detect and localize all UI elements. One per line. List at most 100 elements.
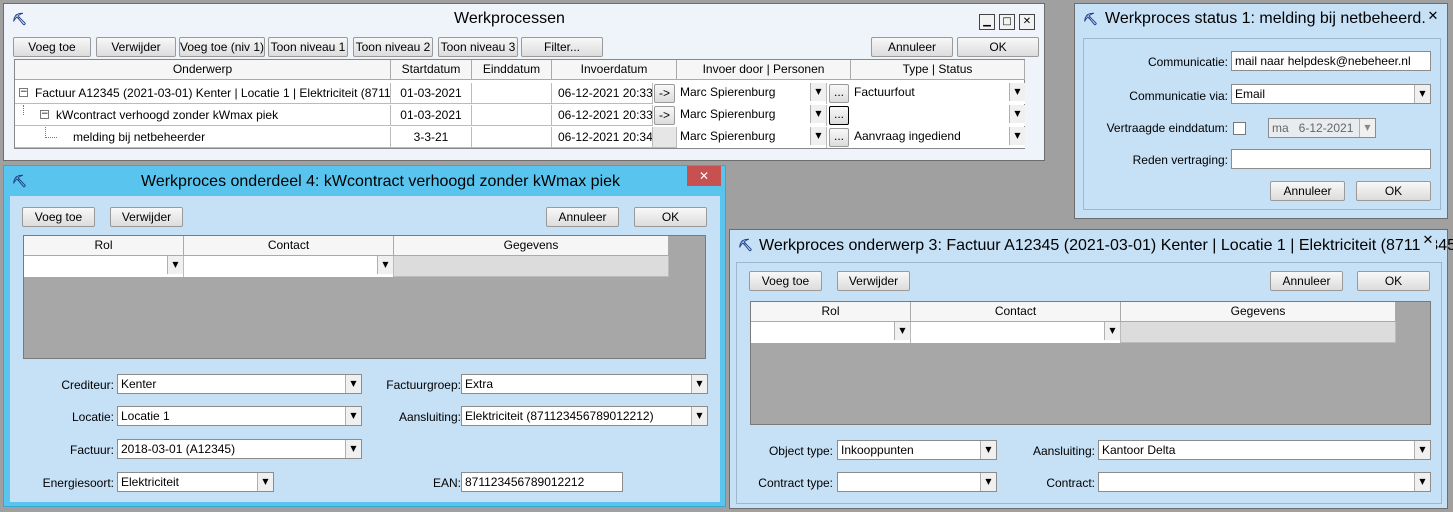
aansluiting-select[interactable]: Kantoor Delta ▼ — [1098, 440, 1431, 460]
chevron-down-icon[interactable]: ▼ — [1414, 473, 1430, 491]
startdatum-cell[interactable]: 01-03-2021 — [391, 83, 472, 104]
col-onderwerp[interactable]: Onderwerp — [15, 60, 391, 80]
annuleer-button[interactable]: Annuleer — [1270, 181, 1345, 201]
vertraagde-einddatum-picker[interactable]: ma 6-12-2021 ▼ — [1268, 118, 1376, 138]
startdatum-cell[interactable]: 3-3-21 — [391, 127, 472, 148]
col-contact[interactable]: Contact — [184, 236, 394, 256]
col-invoerdatum[interactable]: Invoerdatum — [552, 60, 677, 80]
collapse-icon[interactable]: − — [19, 88, 28, 97]
invoer-door-select[interactable]: Marc Spierenburg ▼ — [677, 83, 827, 104]
arrow-button[interactable]: -> — [654, 106, 675, 125]
ok-button[interactable]: OK — [1357, 271, 1430, 291]
chevron-down-icon[interactable]: ▼ — [377, 256, 393, 274]
communicatie-field[interactable]: mail naar helpdesk@nebeheer.nl — [1231, 51, 1431, 71]
more-button[interactable]: ... — [829, 106, 849, 125]
ok-button[interactable]: OK — [957, 37, 1039, 57]
rol-select[interactable]: ▼ — [751, 322, 911, 343]
type-status-select[interactable]: Factuurfout ▼ — [851, 83, 1025, 104]
contact-select[interactable]: ▼ — [184, 256, 394, 277]
crediteur-select[interactable]: Kenter ▼ — [117, 374, 362, 394]
invoerdatum-cell[interactable]: 06-12-2021 20:33 — [552, 105, 653, 126]
col-type-status[interactable]: Type | Status — [851, 60, 1025, 80]
type-status-select[interactable]: Aanvraag ingediend ▼ — [851, 127, 1025, 148]
col-einddatum[interactable]: Einddatum — [472, 60, 552, 80]
type-status-select[interactable]: ▼ — [851, 105, 1025, 126]
toon-niveau-3-button[interactable]: Toon niveau 3 — [438, 37, 518, 57]
invoerdatum-cell[interactable]: 06-12-2021 20:33 — [552, 83, 653, 104]
toon-niveau-2-button[interactable]: Toon niveau 2 — [353, 37, 433, 57]
onderwerp-cell[interactable]: − Factuur A12345 (2021-03-01) Kenter | L… — [15, 83, 391, 104]
contract-select[interactable]: ▼ — [1098, 472, 1431, 492]
minimize-icon[interactable]: ▁ — [979, 14, 995, 30]
chevron-down-icon[interactable]: ▼ — [345, 407, 361, 425]
maximize-icon[interactable]: □ — [999, 14, 1015, 30]
chevron-down-icon[interactable]: ▼ — [345, 375, 361, 393]
voeg-toe-niv1-button[interactable]: Voeg toe (niv 1) — [179, 37, 265, 57]
col-rol[interactable]: Rol — [24, 236, 184, 256]
col-startdatum[interactable]: Startdatum — [391, 60, 472, 80]
vertraagde-einddatum-checkbox[interactable] — [1233, 122, 1246, 135]
collapse-icon[interactable]: − — [40, 110, 49, 119]
close-icon[interactable]: ✕ — [687, 166, 721, 186]
filter-button[interactable]: Filter... — [521, 37, 603, 57]
voeg-toe-button[interactable]: Voeg toe — [13, 37, 91, 57]
more-button[interactable]: ... — [829, 128, 849, 147]
invoerdatum-cell[interactable]: 06-12-2021 20:34 — [552, 127, 653, 148]
chevron-down-icon[interactable]: ▼ — [810, 127, 826, 145]
col-gegevens[interactable]: Gegevens — [394, 236, 669, 256]
factuur-select[interactable]: 2018-03-01 (A12345) ▼ — [117, 439, 362, 459]
reden-vertraging-field[interactable] — [1231, 149, 1431, 169]
energiesoort-select[interactable]: Elektriciteit ▼ — [117, 472, 274, 492]
chevron-down-icon[interactable]: ▼ — [1104, 322, 1120, 340]
invoer-door-select[interactable]: Marc Spierenburg ▼ — [677, 105, 827, 126]
rol-select[interactable]: ▼ — [24, 256, 184, 277]
communicatie-via-select[interactable]: Email ▼ — [1231, 84, 1431, 104]
chevron-down-icon[interactable]: ▼ — [894, 322, 910, 340]
voeg-toe-button[interactable]: Voeg toe — [22, 207, 95, 227]
ok-button[interactable]: OK — [634, 207, 707, 227]
chevron-down-icon[interactable]: ▼ — [1414, 85, 1430, 103]
annuleer-button[interactable]: Annuleer — [546, 207, 619, 227]
verwijder-button[interactable]: Verwijder — [96, 37, 176, 57]
col-gegevens[interactable]: Gegevens — [1121, 302, 1396, 322]
annuleer-button[interactable]: Annuleer — [871, 37, 953, 57]
voeg-toe-button[interactable]: Voeg toe — [749, 271, 822, 291]
chevron-down-icon[interactable]: ▼ — [810, 83, 826, 101]
arrow-button[interactable]: -> — [654, 84, 675, 103]
chevron-down-icon[interactable]: ▼ — [810, 105, 826, 123]
verwijder-button[interactable]: Verwijder — [110, 207, 183, 227]
startdatum-cell[interactable]: 01-03-2021 — [391, 105, 472, 126]
chevron-down-icon[interactable]: ▼ — [980, 441, 996, 459]
toon-niveau-1-button[interactable]: Toon niveau 1 — [268, 37, 348, 57]
aansluiting-select[interactable]: Elektriciteit (871123456789012212) ▼ — [461, 406, 708, 426]
verwijder-button[interactable]: Verwijder — [837, 271, 910, 291]
col-invoer-door[interactable]: Invoer door | Personen — [677, 60, 851, 80]
table-row[interactable]: melding bij netbeheerder 3-3-21 06-12-20… — [15, 127, 1025, 149]
close-icon[interactable]: ✕ — [1420, 234, 1436, 250]
col-contact[interactable]: Contact — [911, 302, 1121, 322]
einddatum-cell[interactable] — [472, 83, 552, 104]
contact-select[interactable]: ▼ — [911, 322, 1121, 343]
onderwerp-cell[interactable]: − kWcontract verhoogd zonder kWmax piek — [15, 105, 391, 126]
chevron-down-icon[interactable]: ▼ — [257, 473, 273, 491]
chevron-down-icon[interactable]: ▼ — [345, 440, 361, 458]
chevron-down-icon[interactable]: ▼ — [1359, 119, 1375, 137]
chevron-down-icon[interactable]: ▼ — [167, 256, 183, 274]
chevron-down-icon[interactable]: ▼ — [1009, 105, 1025, 123]
more-button[interactable]: ... — [829, 84, 849, 103]
factuurgroep-select[interactable]: Extra ▼ — [461, 374, 708, 394]
chevron-down-icon[interactable]: ▼ — [1414, 441, 1430, 459]
chevron-down-icon[interactable]: ▼ — [691, 375, 707, 393]
col-rol[interactable]: Rol — [751, 302, 911, 322]
locatie-select[interactable]: Locatie 1 ▼ — [117, 406, 362, 426]
object-type-select[interactable]: Inkooppunten ▼ — [837, 440, 997, 460]
table-row[interactable]: − kWcontract verhoogd zonder kWmax piek … — [15, 105, 1025, 127]
chevron-down-icon[interactable]: ▼ — [1009, 127, 1025, 145]
ean-field[interactable]: 871123456789012212 — [461, 472, 623, 492]
annuleer-button[interactable]: Annuleer — [1270, 271, 1343, 291]
einddatum-cell[interactable] — [472, 127, 552, 148]
table-row[interactable]: − Factuur A12345 (2021-03-01) Kenter | L… — [15, 83, 1025, 105]
ok-button[interactable]: OK — [1356, 181, 1431, 201]
invoer-door-select[interactable]: Marc Spierenburg ▼ — [677, 127, 827, 148]
close-icon[interactable]: ✕ — [1425, 10, 1441, 26]
